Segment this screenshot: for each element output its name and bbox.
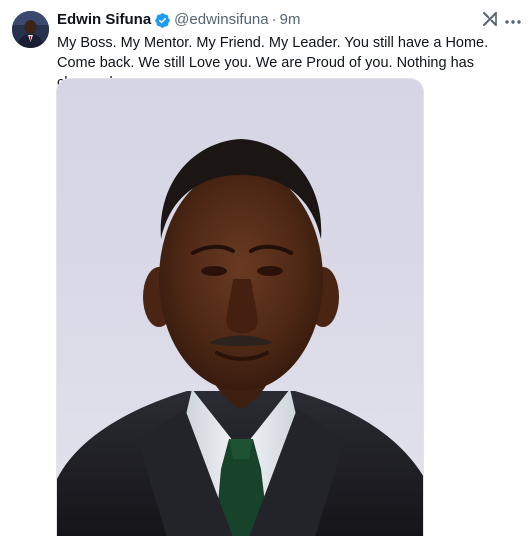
tweet-photo[interactable] [56,78,424,536]
author-handle[interactable]: @edwinsifuna [174,10,268,30]
more-options-icon[interactable] [504,14,522,24]
verified-badge-icon [154,12,171,29]
tweet[interactable]: Edwin Sifuna @edwinsifuna · 9m My Boss. … [0,0,529,536]
author-name[interactable]: Edwin Sifuna [57,10,151,30]
grok-icon[interactable] [481,10,499,28]
tweet-timestamp[interactable]: 9m [280,10,301,30]
tweet-header: Edwin Sifuna @edwinsifuna · 9m [57,10,300,30]
separator-dot: · [271,11,277,28]
author-avatar[interactable] [12,11,49,48]
